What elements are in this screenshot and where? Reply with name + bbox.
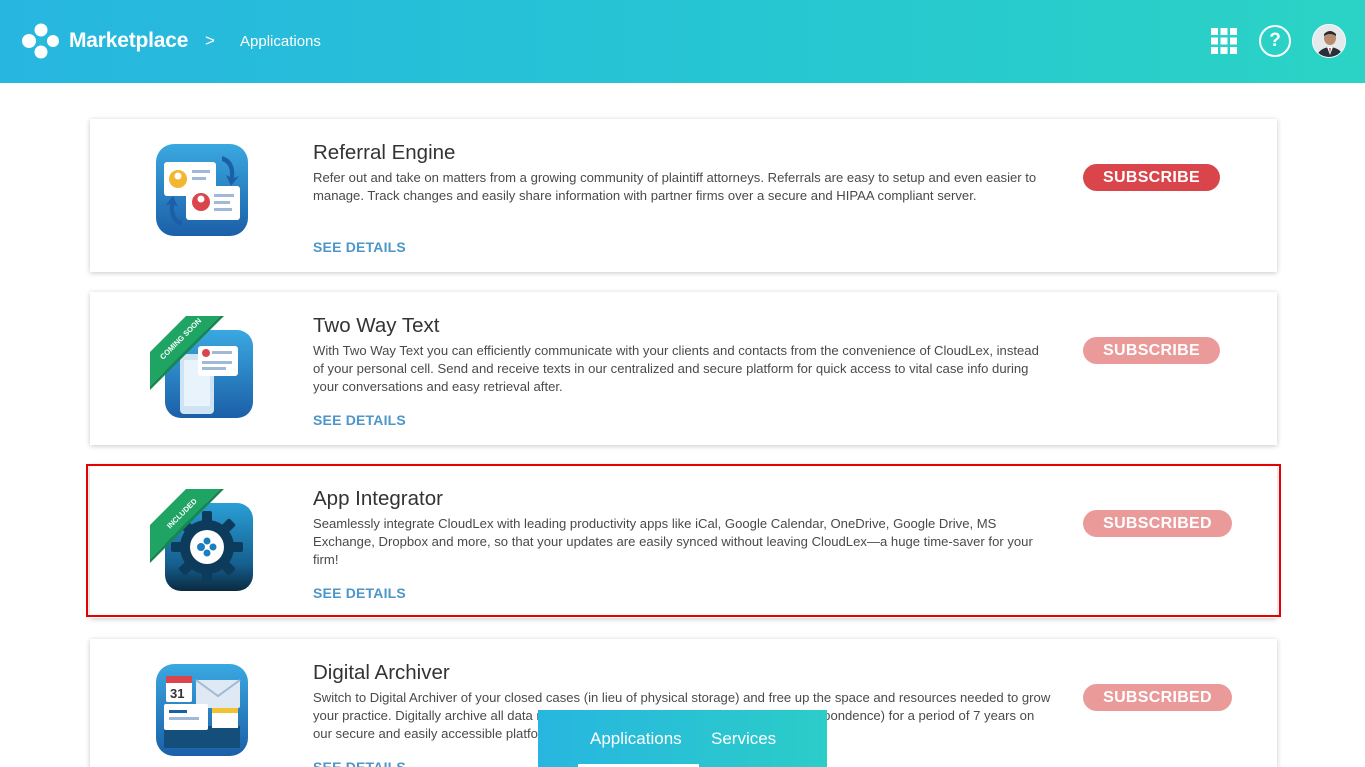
app-description: Refer out and take on matters from a gro… — [313, 170, 1037, 203]
app-title: Two Way Text — [313, 314, 440, 337]
see-details-link[interactable]: SEE DETAILS — [313, 585, 406, 601]
calendar-day: 31 — [170, 686, 184, 701]
tab-applications[interactable]: Applications — [590, 729, 682, 749]
subscribe-button[interactable]: SUBSCRIBE — [1083, 164, 1220, 191]
see-details-link[interactable]: SEE DETAILS — [313, 239, 406, 255]
avatar[interactable] — [1312, 24, 1346, 58]
see-details-link[interactable]: SEE DETAILS — [313, 759, 406, 767]
bottom-tab-bar: Applications Services — [538, 710, 827, 767]
app-title: Digital Archiver — [313, 661, 450, 684]
top-bar: Marketplace > Applications ? — [0, 0, 1365, 83]
app-integrator-icon: INCLUDED — [150, 489, 253, 591]
see-details-link[interactable]: SEE DETAILS — [313, 412, 406, 428]
app-card-two-way-text: COMING SOON Two Way Text With Two Way Te… — [90, 292, 1277, 445]
two-way-text-icon: COMING SOON — [150, 316, 253, 418]
apps-grid-icon[interactable] — [1211, 28, 1237, 54]
breadcrumb-separator: > — [205, 31, 215, 50]
app-card-referral-engine: Referral Engine Refer out and take on ma… — [90, 119, 1277, 272]
brand-name[interactable]: Marketplace — [69, 29, 188, 53]
app-description: With Two Way Text you can efficiently co… — [313, 343, 1039, 394]
app-title: Referral Engine — [313, 141, 456, 164]
subscribed-button[interactable]: SUBSCRIBED — [1083, 684, 1232, 711]
logo-icon[interactable] — [20, 21, 60, 61]
help-icon[interactable]: ? — [1259, 25, 1291, 57]
app-title: App Integrator — [313, 487, 443, 510]
subscribe-button[interactable]: SUBSCRIBE — [1083, 337, 1220, 364]
subscribed-button[interactable]: SUBSCRIBED — [1083, 510, 1232, 537]
digital-archiver-icon: 31 — [156, 664, 248, 756]
breadcrumb-current: Applications — [240, 33, 321, 50]
tab-services[interactable]: Services — [711, 729, 776, 749]
referral-engine-icon — [156, 144, 248, 236]
app-card-app-integrator: INCLUDED App Integrator Seamlessly integ… — [90, 465, 1277, 618]
app-description: Seamlessly integrate CloudLex with leadi… — [313, 516, 1033, 567]
